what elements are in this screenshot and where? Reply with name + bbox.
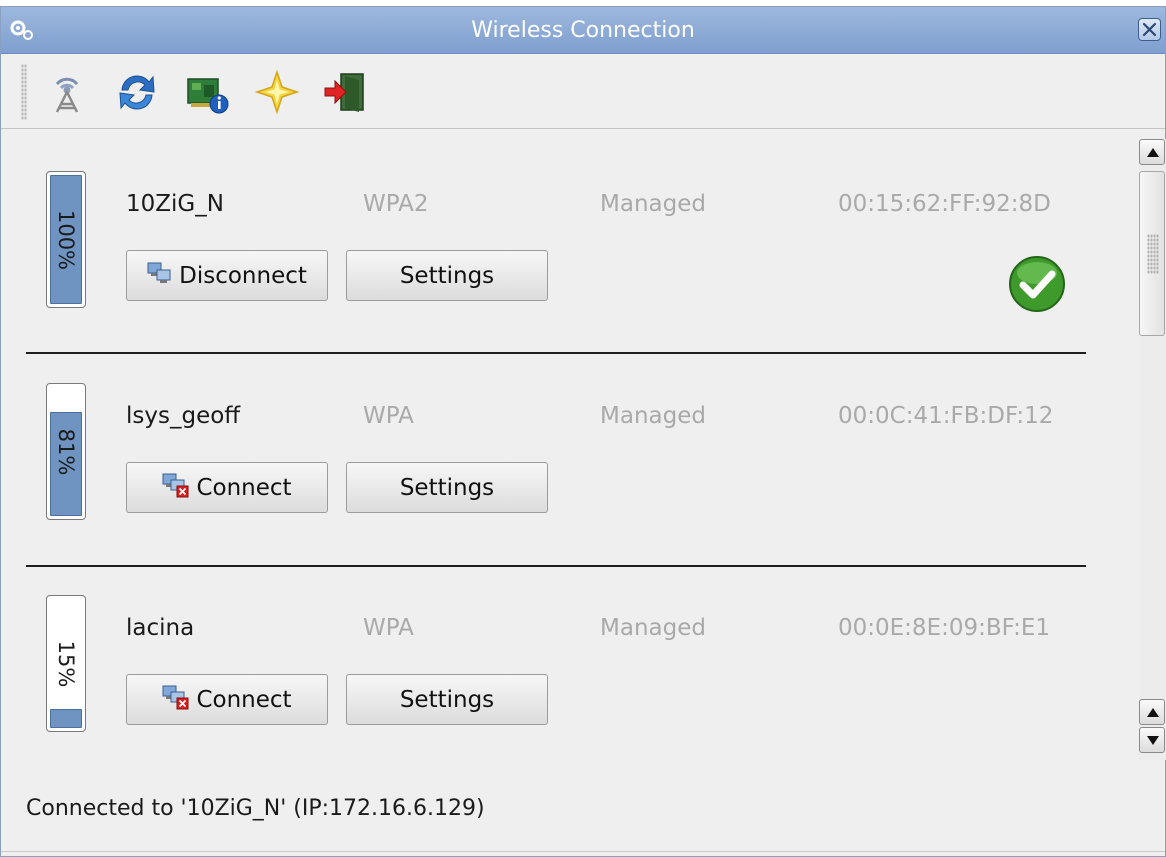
star-icon[interactable] xyxy=(253,68,301,116)
network-mac: 00:0C:41:FB:DF:12 xyxy=(838,403,1054,429)
connected-check-icon xyxy=(1008,255,1066,317)
scrollbar-thumb[interactable] xyxy=(1139,171,1165,336)
network-card-info-icon[interactable] xyxy=(183,68,231,116)
window-title: Wireless Connection xyxy=(471,18,695,43)
connect-button[interactable]: Connect xyxy=(126,462,328,513)
disconnect-button-label: Disconnect xyxy=(179,262,307,289)
close-button[interactable] xyxy=(1138,18,1161,41)
vertical-scrollbar[interactable] xyxy=(1139,139,1166,760)
signal-strength-bar: 81% xyxy=(46,383,86,520)
connect-button[interactable]: Connect xyxy=(126,674,328,725)
signal-fill xyxy=(50,709,82,728)
network-mac: 00:0E:8E:09:BF:E1 xyxy=(838,615,1050,641)
network-encryption: WPA xyxy=(363,615,414,641)
signal-percent: 15% xyxy=(54,640,78,687)
connect-button-label: Connect xyxy=(196,686,292,713)
toolbar-grip[interactable] xyxy=(21,64,27,120)
network-ssid: 10ZiG_N xyxy=(126,191,224,217)
refresh-icon[interactable] xyxy=(113,68,161,116)
network-mode: Managed xyxy=(600,403,706,429)
toolbar xyxy=(1,54,1165,129)
arrow-up-icon xyxy=(1147,708,1159,717)
title-bar[interactable]: Wireless Connection xyxy=(1,7,1165,54)
connect-button-label: Connect xyxy=(196,474,292,501)
network-entry: 100% 10ZiG_N WPA2 Managed 00:15:62:FF:92… xyxy=(1,129,1131,341)
arrow-down-icon xyxy=(1147,736,1159,745)
status-divider xyxy=(1,851,1165,852)
network-ssid: lsys_geoff xyxy=(126,403,241,429)
scroll-down-button[interactable] xyxy=(1139,727,1165,753)
network-mode: Managed xyxy=(600,615,706,641)
exit-icon[interactable] xyxy=(321,68,369,116)
network-entry: 81% lsys_geoff WPA Managed 00:0C:41:FB:D… xyxy=(1,341,1131,553)
wireless-connection-window: Wireless Connection 100% 10ZiG_N WPA2 Ma… xyxy=(0,6,1166,857)
network-encryption: WPA xyxy=(363,403,414,429)
disconnect-button[interactable]: Disconnect xyxy=(126,250,328,301)
settings-button[interactable]: Settings xyxy=(346,674,548,725)
signal-percent: 81% xyxy=(54,428,78,475)
network-disconnected-icon xyxy=(162,684,190,716)
network-list: 100% 10ZiG_N WPA2 Managed 00:15:62:FF:92… xyxy=(1,129,1131,784)
scroll-up-button-lower[interactable] xyxy=(1139,699,1165,725)
network-entry: 15% lacina WPA Managed 00:0E:8E:09:BF:E1… xyxy=(1,553,1131,765)
thumb-grip xyxy=(1147,234,1159,274)
scroll-up-button[interactable] xyxy=(1139,139,1165,165)
network-computers-icon xyxy=(147,261,173,291)
network-mode: Managed xyxy=(600,191,706,217)
network-encryption: WPA2 xyxy=(363,191,429,217)
arrow-up-icon xyxy=(1147,148,1159,157)
wireless-tower-icon[interactable] xyxy=(43,68,91,116)
network-mac: 00:15:62:FF:92:8D xyxy=(838,191,1051,217)
network-ssid: lacina xyxy=(126,615,195,641)
network-disconnected-icon xyxy=(162,472,190,504)
signal-strength-bar: 15% xyxy=(46,595,86,732)
settings-button[interactable]: Settings xyxy=(346,250,548,301)
settings-button[interactable]: Settings xyxy=(346,462,548,513)
signal-strength-bar: 100% xyxy=(46,171,86,308)
close-icon xyxy=(1142,22,1157,37)
status-text: Connected to '10ZiG_N' (IP:172.16.6.129) xyxy=(26,796,485,821)
signal-percent: 100% xyxy=(54,209,78,270)
